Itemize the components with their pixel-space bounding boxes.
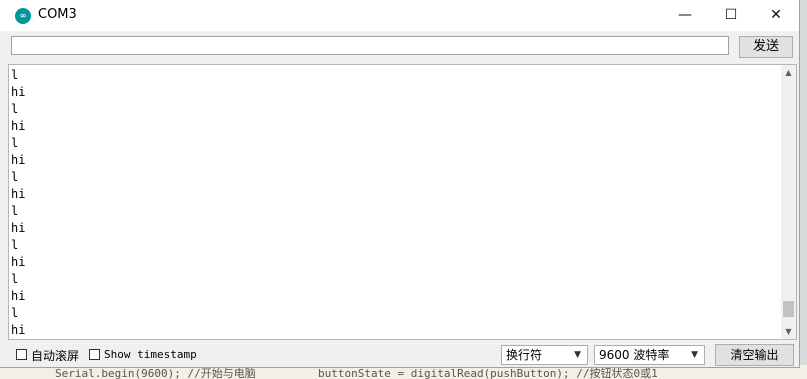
footer-bar: 自动滚屏 Show timestamp 换行符 ▼ 9600 波特率 ▼ 清空输… — [0, 343, 799, 367]
serial-output[interactable]: l hi l hi l hi l hi l hi l hi l hi l hi ▲ ▼ — [8, 64, 797, 340]
vertical-scrollbar[interactable]: ▲ ▼ — [781, 65, 796, 339]
output-line: hi — [11, 323, 26, 337]
autoscroll-checkbox[interactable] — [16, 349, 27, 360]
clear-output-button[interactable]: 清空输出 — [715, 344, 794, 366]
output-line: l — [11, 102, 19, 116]
output-line: hi — [11, 289, 26, 303]
line-ending-select[interactable]: 换行符 ▼ — [501, 345, 588, 365]
scroll-thumb[interactable] — [783, 301, 794, 317]
arduino-icon: ∞ — [15, 8, 31, 24]
send-input[interactable] — [11, 36, 729, 55]
timestamp-label[interactable]: Show timestamp — [104, 348, 197, 361]
output-line: hi — [11, 85, 26, 99]
output-lines: l hi l hi l hi l hi l hi l hi l hi l hi — [11, 67, 25, 339]
output-line: hi — [11, 255, 26, 269]
output-line: l — [11, 136, 19, 150]
minimize-button[interactable]: — — [662, 0, 708, 31]
background-ide-right — [799, 0, 807, 379]
output-line: hi — [11, 119, 26, 133]
chevron-down-icon: ▼ — [574, 350, 581, 360]
output-line: l — [11, 68, 19, 82]
output-line: l — [11, 272, 19, 286]
scroll-down-icon[interactable]: ▼ — [781, 324, 796, 339]
output-line: l — [11, 306, 19, 320]
send-button[interactable]: 发送 — [739, 36, 793, 58]
baud-rate-select[interactable]: 9600 波特率 ▼ — [594, 345, 705, 365]
chevron-down-icon: ▼ — [691, 350, 698, 360]
timestamp-checkbox[interactable] — [89, 349, 100, 360]
scroll-up-icon[interactable]: ▲ — [781, 65, 796, 80]
line-ending-value: 换行符 — [506, 348, 543, 362]
output-line: hi — [11, 187, 26, 201]
output-line: l — [11, 170, 19, 184]
title-bar[interactable]: ∞ COM3 — ☐ ✕ — [0, 0, 799, 31]
output-line: l — [11, 238, 19, 252]
output-line: hi — [11, 153, 26, 167]
window-title: COM3 — [38, 7, 77, 22]
output-line: l — [11, 204, 19, 218]
serial-monitor-window: ∞ COM3 — ☐ ✕ 发送 l hi l hi l hi l hi l hi l hi l hi l hi… — [0, 0, 800, 368]
output-line: hi — [11, 221, 26, 235]
maximize-button[interactable]: ☐ — [708, 0, 754, 31]
baud-rate-value: 9600 波特率 — [599, 348, 670, 362]
send-row: 发送 — [0, 33, 799, 61]
autoscroll-label[interactable]: 自动滚屏 — [31, 347, 79, 364]
close-button[interactable]: ✕ — [753, 0, 799, 31]
